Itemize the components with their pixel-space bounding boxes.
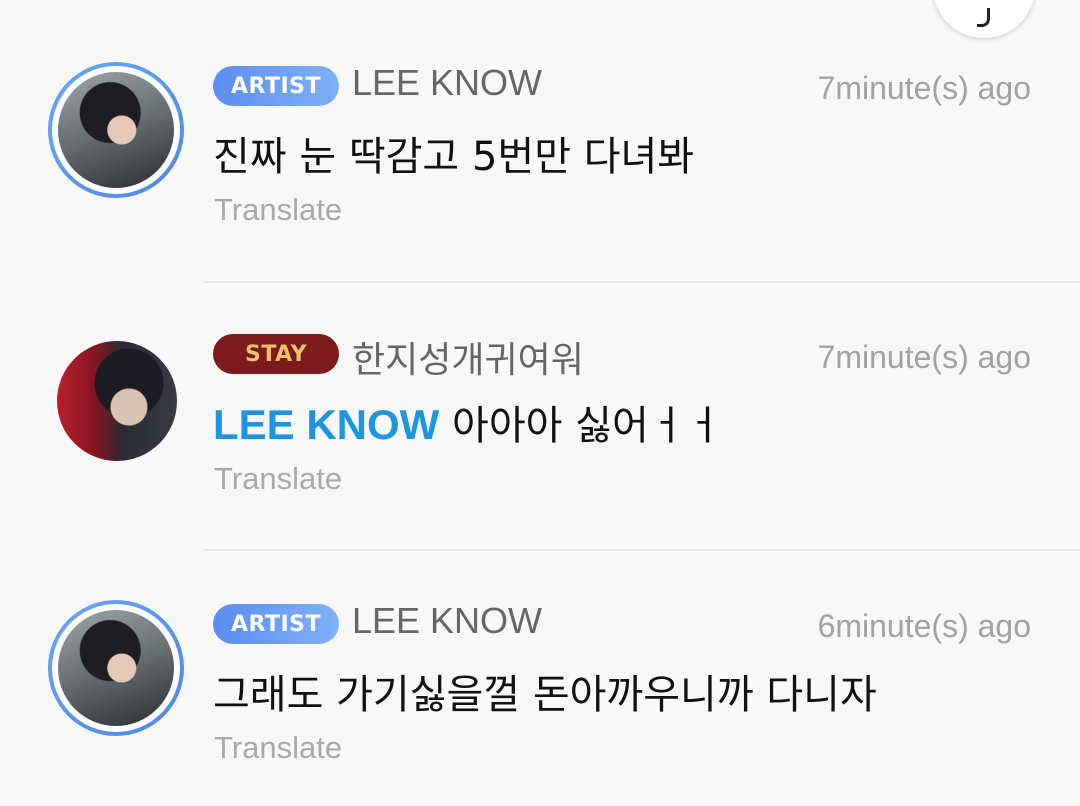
timestamp: 6minute(s) ago <box>817 608 1031 644</box>
comment-text: 진짜 눈 딱감고 5번만 다녀봐 <box>213 124 694 182</box>
stay-badge: STAY <box>213 334 339 374</box>
translate-link[interactable]: Translate <box>214 192 342 228</box>
comment-item: ARTIST LEE KNOW 7minute(s) ago 진짜 눈 딱감고 … <box>0 0 1080 268</box>
avatar-image <box>58 610 174 726</box>
author-name[interactable]: LEE KNOW <box>352 600 542 642</box>
artist-badge: ARTIST <box>213 604 339 644</box>
comment-text: 그래도 가기싫을껄 돈아까우니까 다니자 <box>213 662 877 720</box>
translate-link[interactable]: Translate <box>214 730 342 766</box>
avatar[interactable] <box>48 600 184 736</box>
comment-body: 아아아 싫어ㅓㅓ <box>439 403 723 449</box>
author-name[interactable]: LEE KNOW <box>352 62 542 104</box>
mention-link[interactable]: LEE KNOW <box>213 401 439 448</box>
avatar-image <box>58 72 174 188</box>
comment-item: ARTIST LEE KNOW 6minute(s) ago 그래도 가기싫을껄… <box>0 538 1080 806</box>
artist-badge: ARTIST <box>213 66 339 106</box>
timestamp: 7minute(s) ago <box>817 70 1031 106</box>
author-name[interactable]: 한지성개귀여워 <box>352 331 584 383</box>
avatar[interactable] <box>48 62 184 198</box>
avatar[interactable] <box>57 341 177 461</box>
comment-item: STAY 한지성개귀여워 7minute(s) ago LEE KNOW 아아아… <box>0 269 1080 537</box>
comment-text: LEE KNOW 아아아 싫어ㅓㅓ <box>213 393 722 451</box>
comment-body: 그래도 가기싫을껄 돈아까우니까 다니자 <box>213 672 877 718</box>
avatar-image <box>57 341 177 461</box>
comment-body: 진짜 눈 딱감고 5번만 다녀봐 <box>213 134 695 180</box>
translate-link[interactable]: Translate <box>214 461 342 497</box>
timestamp: 7minute(s) ago <box>817 339 1031 375</box>
